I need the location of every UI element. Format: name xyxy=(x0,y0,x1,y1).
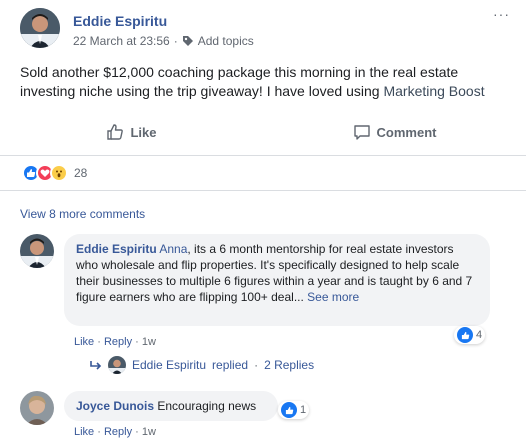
like-button-label: Like xyxy=(130,124,157,140)
author-avatar-image xyxy=(20,8,60,48)
comment-icon xyxy=(353,125,370,140)
author-avatar[interactable] xyxy=(20,8,60,48)
meta-separator: · xyxy=(173,34,178,48)
post-text-highlight: Marketing Boost xyxy=(383,83,485,99)
divider xyxy=(0,190,526,191)
post-meta: 22 March at 23:56 · Add topics xyxy=(73,34,254,48)
comment-ellipsis: ... xyxy=(293,290,304,304)
like-icon xyxy=(281,402,297,418)
reply-author: Eddie Espiritu xyxy=(132,358,207,372)
action-separator: · xyxy=(135,336,139,348)
reply-arrow-icon xyxy=(90,361,102,370)
commenter-avatar-image xyxy=(20,234,54,268)
post-body: Sold another $12,000 coaching package th… xyxy=(20,63,515,101)
comment-author[interactable]: Eddie Espiritu xyxy=(76,242,157,256)
post-header: Eddie Espiritu 22 March at 23:56 · Add t… xyxy=(20,4,516,54)
comment-author[interactable]: Joyce Dunois xyxy=(76,399,154,413)
comment-bubble: Eddie Espiritu Anna, its a 6 month mento… xyxy=(64,234,490,326)
comment-reaction-count: 1 xyxy=(300,404,307,416)
comment-reaction-count: 4 xyxy=(476,329,483,341)
comment-like-link[interactable]: Like xyxy=(74,426,94,438)
comment-mention[interactable]: Anna xyxy=(159,242,187,256)
comment-reaction-badge[interactable]: 1 xyxy=(278,401,310,419)
action-separator: · xyxy=(135,426,139,438)
comment-bubble: Joyce Dunois Encouraging news xyxy=(64,391,278,421)
comment-actions: Like · Reply · 1w xyxy=(74,336,156,348)
reply-separator: · xyxy=(254,358,259,372)
divider xyxy=(0,155,526,156)
add-topics-link[interactable]: Add topics xyxy=(198,34,254,48)
thumbs-up-icon xyxy=(107,124,124,140)
comment-reply-link[interactable]: Reply xyxy=(104,426,132,438)
comment-text: Encouraging news xyxy=(157,399,257,413)
action-separator: · xyxy=(97,426,101,438)
comment-button[interactable]: Comment xyxy=(263,116,526,148)
like-button[interactable]: Like xyxy=(0,116,263,148)
see-more-link[interactable]: See more xyxy=(307,290,359,304)
wow-icon xyxy=(50,164,68,182)
comment-reaction-badge[interactable]: 4 xyxy=(454,326,486,344)
tag-icon xyxy=(182,35,194,47)
comment-actions: Like · Reply · 1w xyxy=(74,426,156,438)
comment-item: Joyce Dunois Encouraging news 1 Like · R… xyxy=(20,391,520,441)
reaction-count: 28 xyxy=(74,166,88,180)
comment-like-link[interactable]: Like xyxy=(74,336,94,348)
commenter-avatar-image xyxy=(20,391,54,425)
commenter-avatar[interactable] xyxy=(20,391,54,425)
post-timestamp[interactable]: 22 March at 23:56 xyxy=(73,34,170,48)
view-more-comments-link[interactable]: View 8 more comments xyxy=(20,207,145,221)
like-icon xyxy=(457,327,473,343)
reply-action: replied xyxy=(212,358,249,372)
post-action-bar: Like Comment xyxy=(0,116,526,148)
commenter-avatar[interactable] xyxy=(20,234,54,268)
comment-time[interactable]: 1w xyxy=(142,336,156,348)
comment-reply-link[interactable]: Reply xyxy=(104,336,132,348)
comment-item: Eddie Espiritu Anna, its a 6 month mento… xyxy=(20,234,520,354)
reply-count: 2 Replies xyxy=(264,358,315,372)
reactions-summary[interactable]: 28 xyxy=(22,164,87,182)
post-author-name[interactable]: Eddie Espiritu xyxy=(73,13,167,29)
comment-time[interactable]: 1w xyxy=(142,426,156,438)
reply-author-avatar xyxy=(108,356,126,374)
view-replies-link[interactable]: Eddie Espiritu replied · 2 Replies xyxy=(90,356,314,374)
more-options-icon[interactable]: ··· xyxy=(493,6,510,22)
action-separator: · xyxy=(97,336,101,348)
comment-button-label: Comment xyxy=(376,124,437,140)
